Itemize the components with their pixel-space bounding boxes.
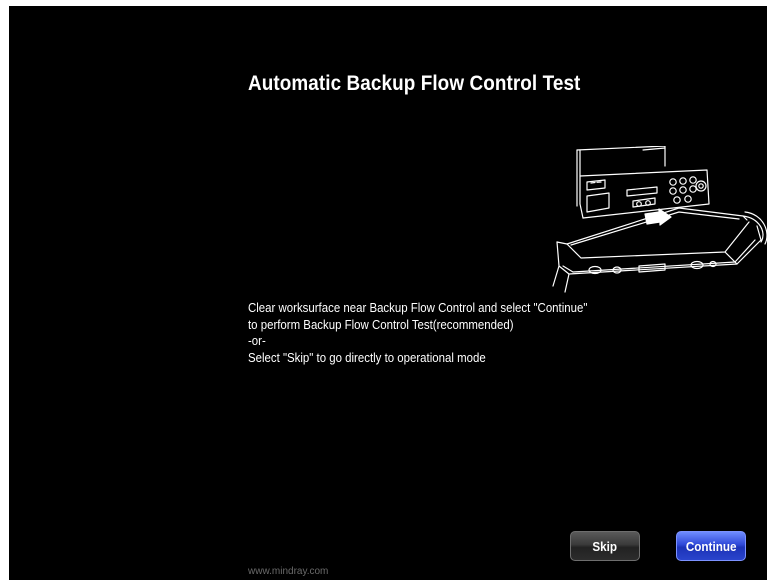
or-separator: -or-	[248, 333, 266, 348]
footer-url: www.mindray.com	[248, 566, 329, 577]
continue-button[interactable]: Continue	[676, 531, 746, 561]
continue-button-label: Continue	[685, 538, 737, 554]
skip-button[interactable]: Skip	[570, 531, 640, 561]
skip-button-label: Skip	[592, 538, 618, 554]
instruction-line-1: Clear worksurface near Backup Flow Contr…	[248, 300, 588, 315]
backup-flow-test-screen: Automatic Backup Flow Control Test Clear…	[9, 6, 767, 580]
page-title: Automatic Backup Flow Control Test	[248, 72, 581, 95]
worksurface-drawer-illustration	[552, 146, 767, 293]
instruction-line-3: Select "Skip" to go directly to operatio…	[248, 349, 486, 365]
instructions-text: Clear worksurface near Backup Flow Contr…	[248, 300, 587, 366]
instruction-line-2: to perform Backup Flow Control Test(reco…	[248, 316, 514, 332]
